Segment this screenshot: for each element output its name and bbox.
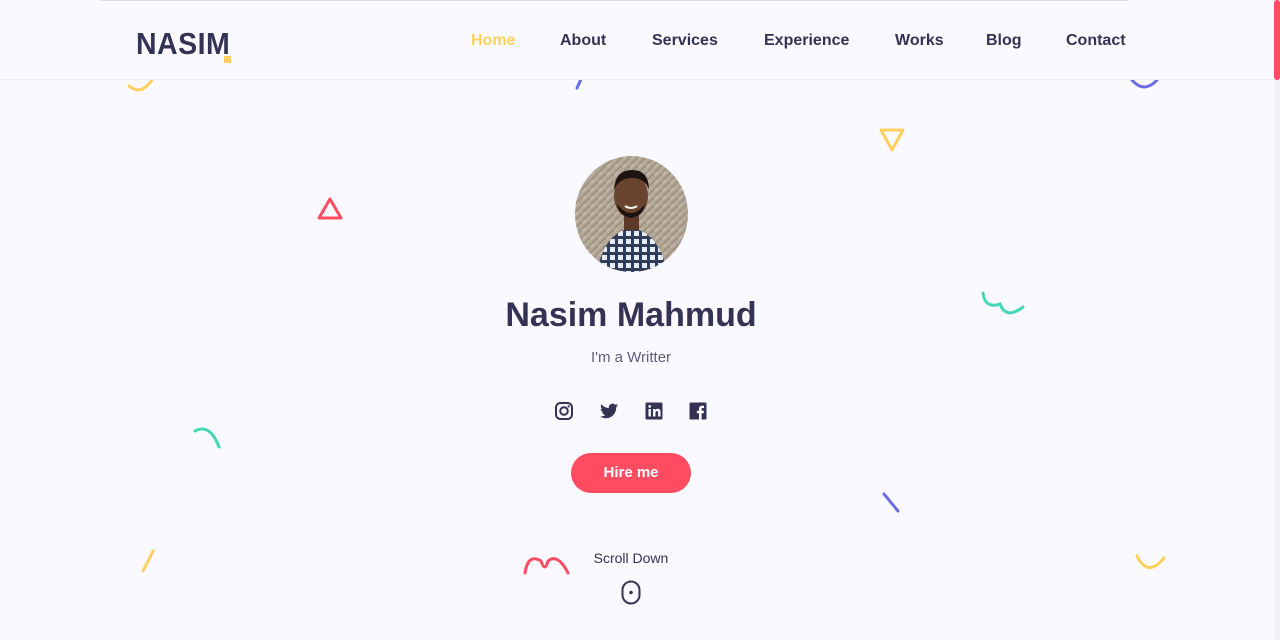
teal-arc-shape xyxy=(193,427,221,449)
scrollbar-thumb[interactable] xyxy=(1274,0,1280,80)
instagram-icon[interactable] xyxy=(554,401,574,421)
nav-item-home[interactable]: Home xyxy=(471,32,515,50)
mouse-scroll-icon[interactable] xyxy=(621,580,641,605)
hero-subtitle: I'm a Writter xyxy=(590,349,672,366)
yellow-triangle-shape xyxy=(879,128,905,152)
page-scrollbar[interactable] xyxy=(1274,0,1280,640)
twitter-icon[interactable] xyxy=(599,401,619,421)
main-nav: Home About Services Experience Works Blo… xyxy=(0,32,1274,56)
purple-slash-shape xyxy=(882,492,900,513)
page: NASIM Home About Services Experience Wor… xyxy=(0,0,1280,640)
nav-item-about[interactable]: About xyxy=(560,32,606,50)
profile-photo-illustration xyxy=(575,156,688,272)
social-links xyxy=(554,401,714,423)
nav-item-contact[interactable]: Contact xyxy=(1066,32,1126,50)
yellow-arc-shape xyxy=(127,78,154,92)
nav-item-blog[interactable]: Blog xyxy=(986,32,1022,50)
nav-item-services[interactable]: Services xyxy=(652,32,718,50)
red-triangle-shape xyxy=(317,197,343,220)
logo-accent-dot xyxy=(224,56,231,63)
purple-arc-shape xyxy=(1130,78,1159,89)
nav-item-works[interactable]: Works xyxy=(895,32,944,50)
scroll-down-label[interactable]: Scroll Down xyxy=(0,550,1262,566)
hero-name: Nasim Mahmud xyxy=(505,296,757,334)
top-divider xyxy=(100,0,1128,1)
hire-me-button[interactable]: Hire me xyxy=(571,453,691,493)
site-header: NASIM Home About Services Experience Wor… xyxy=(0,6,1274,80)
profile-avatar xyxy=(575,156,688,272)
nav-item-experience[interactable]: Experience xyxy=(764,32,849,50)
linkedin-icon[interactable] xyxy=(644,401,664,421)
facebook-icon[interactable] xyxy=(688,401,708,421)
